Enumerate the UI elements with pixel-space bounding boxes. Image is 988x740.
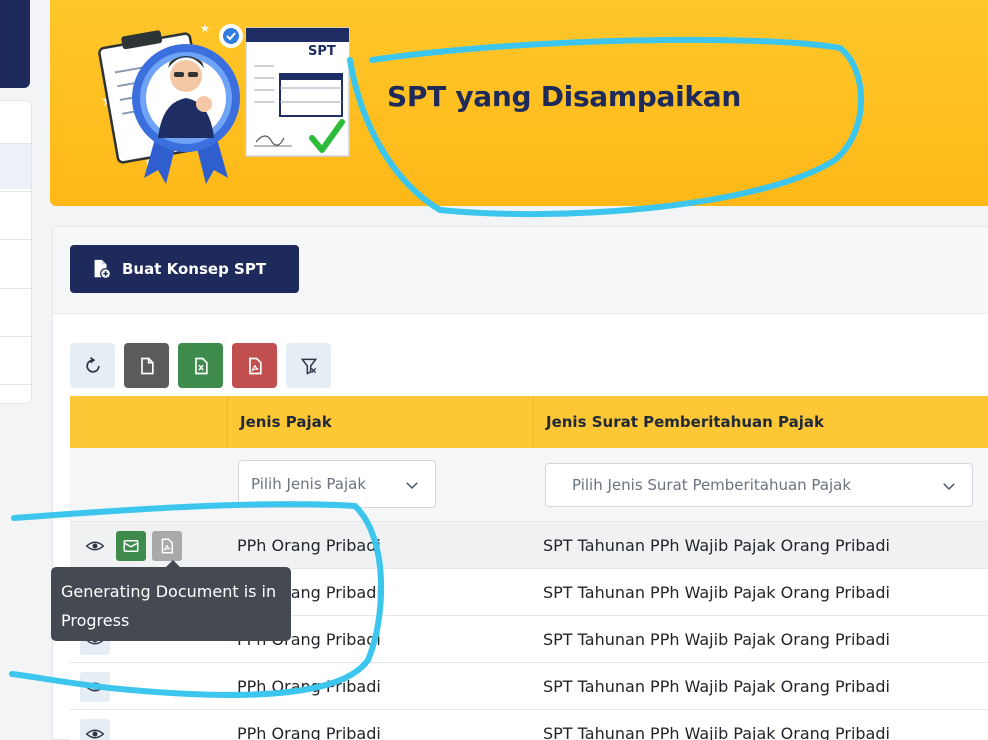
excel-icon: [194, 357, 208, 374]
eye-icon: [85, 682, 105, 692]
tooltip-arrow: [166, 560, 180, 567]
sidebar-divider: [0, 191, 31, 192]
eye-icon: [85, 729, 105, 739]
filter-row: Pilih Jenis Pajak Pilih Jenis Surat Pemb…: [70, 448, 988, 522]
spt-illustration: ★ ★ ★ SPT: [98, 22, 350, 184]
table-row: PPh Orang Pribadi SPT Tahunan PPh Wajib …: [70, 710, 988, 740]
column-header-actions: [70, 396, 227, 448]
svg-text:SPT: SPT: [308, 44, 336, 59]
cell-jenis-spt: SPT Tahunan PPh Wajib Pajak Orang Pribad…: [543, 583, 890, 602]
eye-icon: [85, 541, 105, 551]
download-pdf-button[interactable]: [152, 531, 182, 561]
refresh-button[interactable]: [70, 343, 115, 388]
table-row: PPh Orang Pribadi SPT Tahunan PPh Wajib …: [70, 522, 988, 569]
chevron-down-icon: [943, 483, 955, 491]
row-actions: [80, 719, 110, 740]
create-spt-draft-button[interactable]: Buat Konsep SPT: [70, 245, 299, 293]
generating-document-tooltip: Generating Document is in Progress: [51, 567, 291, 641]
cell-jenis-pajak: PPh Orang Pribadi: [237, 677, 381, 696]
jenis-pajak-filter-placeholder: Pilih Jenis Pajak: [251, 475, 367, 493]
export-excel-button[interactable]: [178, 343, 223, 388]
cell-jenis-pajak: PPh Orang Pribadi: [237, 536, 381, 555]
cell-jenis-pajak: PPh Orang Pribadi: [237, 724, 381, 740]
pdf-icon: [248, 357, 262, 374]
send-email-button[interactable]: [116, 531, 146, 561]
chevron-down-icon: [406, 482, 418, 490]
sidebar-item-active[interactable]: [0, 143, 31, 189]
sidebar-divider: [0, 336, 31, 337]
filter-clear-icon: [300, 358, 317, 375]
jenis-pajak-filter-select[interactable]: Pilih Jenis Pajak: [238, 460, 436, 508]
column-header-jenis-spt[interactable]: Jenis Surat Pemberitahuan Pajak: [533, 396, 988, 448]
cell-jenis-spt: SPT Tahunan PPh Wajib Pajak Orang Pribad…: [543, 677, 890, 696]
view-button[interactable]: [80, 719, 110, 740]
row-actions: [80, 531, 182, 561]
jenis-spt-filter-select[interactable]: Pilih Jenis Surat Pemberitahuan Pajak: [545, 463, 973, 507]
sidebar-divider: [0, 288, 31, 289]
table-row: PPh Orang Pribadi SPT Tahunan PPh Wajib …: [70, 663, 988, 710]
row-actions: [80, 672, 110, 702]
view-button[interactable]: [80, 672, 110, 702]
create-spt-draft-label: Buat Konsep SPT: [122, 260, 267, 278]
cell-jenis-spt: SPT Tahunan PPh Wajib Pajak Orang Pribad…: [543, 536, 890, 555]
envelope-icon: [123, 540, 139, 552]
pdf-icon: [161, 538, 173, 554]
sidebar: [0, 0, 34, 404]
sidebar-header: [0, 0, 30, 88]
clear-filter-button[interactable]: [286, 343, 331, 388]
svg-text:★: ★: [200, 22, 210, 35]
card-header: Buat Konsep SPT: [53, 227, 988, 314]
page-title: SPT yang Disampaikan: [387, 80, 741, 113]
sidebar-divider: [0, 143, 31, 144]
export-pdf-button[interactable]: [232, 343, 277, 388]
column-header-jenis-pajak[interactable]: Jenis Pajak: [227, 396, 533, 448]
view-button[interactable]: [80, 531, 110, 561]
cell-jenis-spt: SPT Tahunan PPh Wajib Pajak Orang Pribad…: [543, 724, 890, 740]
file-plus-icon: [94, 259, 112, 280]
cell-jenis-spt: SPT Tahunan PPh Wajib Pajak Orang Pribad…: [543, 630, 890, 649]
table-header: Jenis Pajak Jenis Surat Pemberitahuan Pa…: [70, 396, 988, 448]
sidebar-divider: [0, 239, 31, 240]
document-icon: [140, 357, 154, 374]
table-toolbar: [70, 343, 331, 388]
refresh-icon: [85, 356, 100, 373]
export-document-button[interactable]: [124, 343, 169, 388]
sidebar-divider: [0, 384, 31, 385]
jenis-spt-filter-placeholder: Pilih Jenis Surat Pemberitahuan Pajak: [572, 476, 852, 494]
